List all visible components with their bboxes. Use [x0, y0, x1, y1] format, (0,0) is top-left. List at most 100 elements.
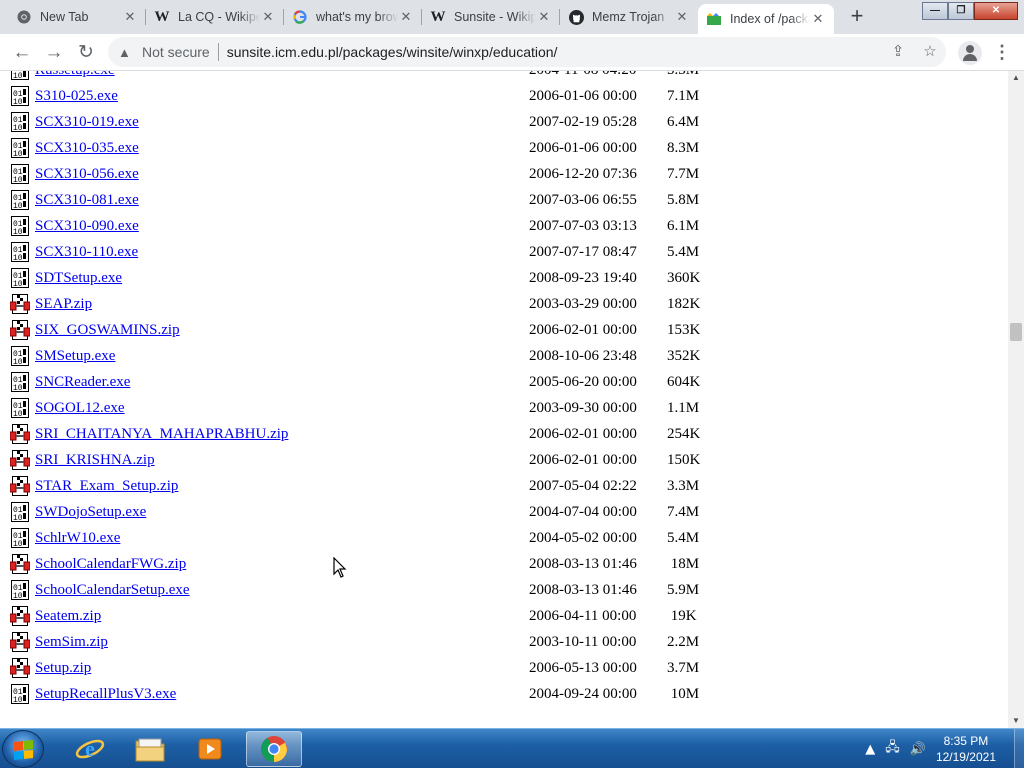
show-hidden-icons-icon[interactable]: ▲ — [865, 742, 875, 757]
clock-time: 8:35 PM — [943, 734, 989, 748]
close-window-button[interactable]: ✕ — [974, 2, 1018, 20]
file-date: 2006-02-01 00:00 — [529, 321, 637, 338]
minimize-button[interactable]: — — [922, 2, 948, 20]
security-label[interactable]: Not secure — [142, 44, 210, 60]
file-link[interactable]: SemSim.zip — [35, 634, 108, 650]
tab-new-tab[interactable]: New Tab ✕ — [8, 0, 146, 34]
system-tray: ▲ 🖧 🔊 8:35 PM 12/19/2021 — [865, 729, 1024, 768]
file-date: 2008-03-13 01:46 — [529, 555, 637, 572]
show-desktop-button[interactable] — [1014, 729, 1024, 768]
file-link[interactable]: SchoolCalendarFWG.zip — [35, 556, 186, 572]
compressed-file-icon — [9, 605, 31, 627]
file-link[interactable]: SCX310-081.exe — [35, 192, 139, 208]
file-size: 10M — [667, 685, 700, 702]
bookmark-star-icon[interactable]: ☆ — [919, 41, 941, 63]
file-link[interactable]: Setup.zip — [35, 660, 91, 676]
file-date: 2003-10-11 00:00 — [529, 633, 637, 650]
scroll-up-arrow-icon[interactable]: ▲ — [1008, 71, 1024, 85]
file-size: 153K — [667, 321, 701, 338]
file-link[interactable]: S310-025.exe — [35, 88, 118, 104]
close-icon[interactable]: ✕ — [674, 9, 690, 25]
start-button[interactable] — [2, 730, 44, 768]
file-link[interactable]: Russetup.exe — [35, 71, 115, 78]
warning-icon[interactable]: ▲ — [118, 45, 136, 60]
profile-avatar-icon[interactable] — [958, 41, 982, 65]
file-date: 2006-02-01 00:00 — [529, 425, 637, 442]
tab-la-cq[interactable]: W La CQ - Wikipedia ✕ — [146, 0, 284, 34]
file-link[interactable]: SDTSetup.exe — [35, 270, 122, 286]
close-icon[interactable]: ✕ — [810, 11, 826, 27]
close-icon[interactable]: ✕ — [260, 9, 276, 25]
file-link[interactable]: SMSetup.exe — [35, 348, 115, 364]
forward-button[interactable]: → — [41, 40, 67, 66]
file-row: 01 10 SOGOL12.exe 2003-09-30 00:00 1.1M — [10, 395, 727, 421]
file-size: 18M — [667, 555, 700, 572]
url-text[interactable]: sunsite.icm.edu.pl/packages/winsite/winx… — [227, 44, 558, 60]
tab-memz-trojan[interactable]: Memz Trojan ✕ — [560, 0, 698, 34]
file-name-cell: SEAP.zip — [35, 296, 529, 313]
file-size: 2.2M — [667, 633, 700, 650]
tab-whats-my-browser[interactable]: what's my browser ✕ — [284, 0, 422, 34]
file-link[interactable]: SOGOL12.exe — [35, 400, 125, 416]
scroll-down-arrow-icon[interactable]: ▼ — [1008, 714, 1024, 728]
file-row: SIX_GOSWAMINS.zip 2006-02-01 00:00 153K — [9, 317, 727, 343]
tab-title: La CQ - Wikipedia — [178, 10, 260, 24]
system-clock[interactable]: 8:35 PM 12/19/2021 — [936, 733, 996, 765]
file-link[interactable]: SCX310-090.exe — [35, 218, 139, 234]
file-link[interactable]: SRI_CHAITANYA_MAHAPRABHU.zip — [35, 426, 288, 442]
close-icon[interactable]: ✕ — [536, 9, 552, 25]
file-row: 01 10 SCX310-035.exe 2006-01-06 00:00 8.3M — [10, 135, 727, 161]
chrome-taskbar-button[interactable] — [246, 731, 302, 767]
file-link[interactable]: STAR_Exam_Setup.zip — [35, 478, 178, 494]
folder-icon[interactable] — [122, 731, 178, 767]
file-link[interactable]: SNCReader.exe — [35, 374, 130, 390]
vertical-scrollbar[interactable]: ▲ ▼ — [1008, 71, 1024, 728]
file-name-cell: SWDojoSetup.exe — [35, 504, 529, 521]
file-date: 2005-06-20 00:00 — [529, 373, 637, 390]
share-icon[interactable]: ⇪ — [887, 41, 909, 63]
file-link[interactable]: SCX310-110.exe — [35, 244, 138, 260]
compressed-file-icon — [9, 293, 31, 315]
file-link[interactable]: SchoolCalendarSetup.exe — [35, 582, 190, 598]
kebab-menu-icon[interactable]: ⋮ — [992, 41, 1012, 63]
file-size: 604K — [667, 373, 701, 390]
file-link[interactable]: SIX_GOSWAMINS.zip — [35, 322, 180, 338]
file-link[interactable]: Seatem.zip — [35, 608, 101, 624]
binary-file-icon: 0110 — [10, 189, 30, 211]
file-link[interactable]: SetupRecallPlusV3.exe — [35, 686, 176, 702]
file-row: 01 10 S310-025.exe 2006-01-06 00:00 7.1M — [10, 83, 727, 109]
volume-icon[interactable]: 🔊 — [910, 742, 926, 757]
svg-text:10: 10 — [13, 72, 23, 81]
file-link[interactable]: SCX310-035.exe — [35, 140, 139, 156]
scrollbar-thumb[interactable] — [1010, 323, 1022, 341]
file-size: 19K — [667, 607, 697, 624]
close-icon[interactable]: ✕ — [122, 9, 138, 25]
file-link[interactable]: SCX310-056.exe — [35, 166, 139, 182]
file-link[interactable]: SWDojoSetup.exe — [35, 504, 146, 520]
reload-button[interactable]: ↻ — [73, 40, 99, 66]
file-date: 2007-02-19 05:28 — [529, 113, 637, 130]
back-button[interactable]: ← — [9, 40, 35, 66]
binary-file-icon: 0110 — [10, 137, 30, 159]
close-icon[interactable]: ✕ — [398, 9, 414, 25]
file-row: 01 10 SDTSetup.exe 2008-09-23 19:40 360K — [10, 265, 727, 291]
file-size: 3.3M — [667, 477, 700, 494]
restore-button[interactable]: ❐ — [948, 2, 974, 20]
file-row: SemSim.zip 2003-10-11 00:00 2.2M — [9, 629, 727, 655]
file-link[interactable]: SchlrW10.exe — [35, 530, 120, 546]
internet-explorer-icon[interactable]: e — [62, 731, 118, 767]
svg-text:10: 10 — [13, 202, 23, 211]
address-bar[interactable]: ▲ Not secure sunsite.icm.edu.pl/packages… — [108, 37, 946, 67]
binary-file-icon: 0110 — [10, 215, 30, 237]
file-link[interactable]: SEAP.zip — [35, 296, 92, 312]
media-player-icon[interactable] — [182, 731, 238, 767]
network-icon[interactable]: 🖧 — [885, 738, 900, 760]
tab-index-of-packages[interactable]: Index of /packages ✕ — [698, 4, 834, 34]
file-link[interactable]: SCX310-019.exe — [35, 114, 139, 130]
tab-sunsite[interactable]: W Sunsite - Wikipedia ✕ — [422, 0, 560, 34]
file-row: 01 10 SMSetup.exe 2008-10-06 23:48 352K — [10, 343, 727, 369]
file-name-cell: Setup.zip — [35, 660, 529, 677]
file-link[interactable]: SRI_KRISHNA.zip — [35, 452, 155, 468]
new-tab-button[interactable]: + — [843, 4, 871, 30]
file-row: 01 10 SetupRecallPlusV3.exe 2004-09-24 00:0… — [10, 681, 727, 707]
